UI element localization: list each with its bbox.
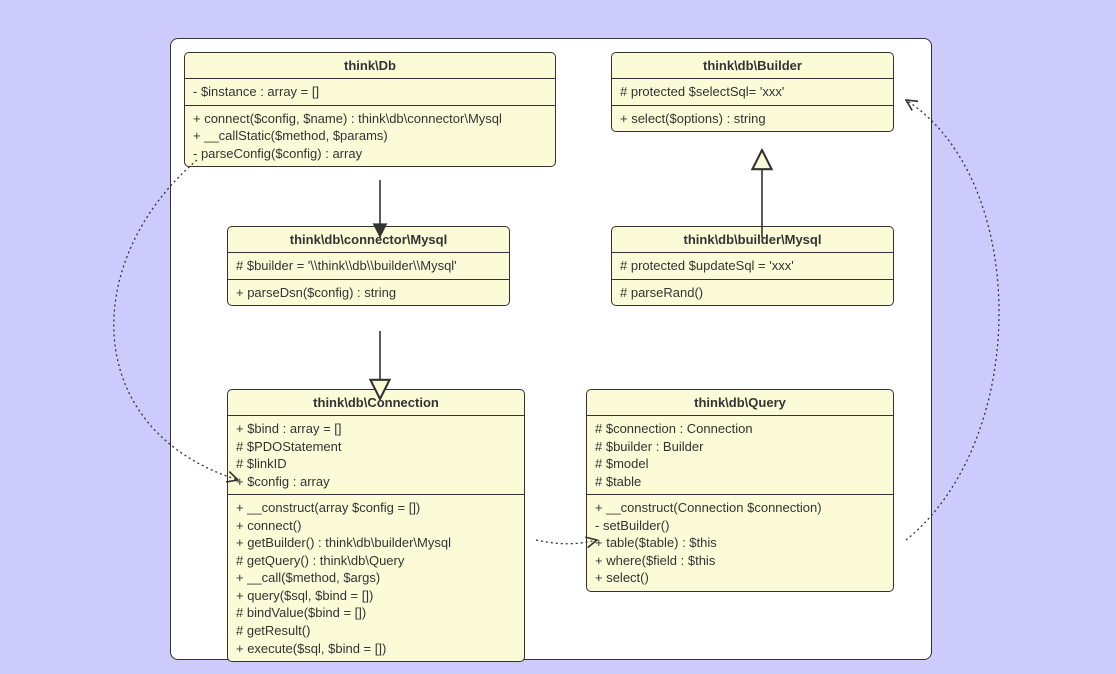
methods: + select($options) : string — [612, 106, 893, 132]
methods: + __construct(Connection $connection) - … — [587, 495, 893, 591]
class-builder-mysql: think\db\builder\Mysql # protected $upda… — [611, 226, 894, 306]
attrs: - $instance : array = [] — [185, 79, 555, 106]
uml-diagram: think\Db - $instance : array = [] + conn… — [0, 0, 1116, 674]
class-connector-mysql: think\db\connector\Mysql # $builder = '\… — [227, 226, 510, 306]
attrs: # protected $selectSql= 'xxx' — [612, 79, 893, 106]
class-connection: think\db\Connection + $bind : array = []… — [227, 389, 525, 662]
attrs: + $bind : array = [] # $PDOStatement # $… — [228, 416, 524, 495]
class-title: think\db\Query — [587, 390, 893, 416]
attrs: # protected $updateSql = 'xxx' — [612, 253, 893, 280]
class-title: think\db\Connection — [228, 390, 524, 416]
class-builder: think\db\Builder # protected $selectSql=… — [611, 52, 894, 132]
class-title: think\db\builder\Mysql — [612, 227, 893, 253]
attrs: # $connection : Connection # $builder : … — [587, 416, 893, 495]
methods: + connect($config, $name) : think\db\con… — [185, 106, 555, 167]
methods: + __construct(array $config = []) + conn… — [228, 495, 524, 661]
class-title: think\Db — [185, 53, 555, 79]
diagram-panel: think\Db - $instance : array = [] + conn… — [170, 38, 932, 660]
methods: + parseDsn($config) : string — [228, 280, 509, 306]
class-title: think\db\Builder — [612, 53, 893, 79]
class-query: think\db\Query # $connection : Connectio… — [586, 389, 894, 592]
class-db: think\Db - $instance : array = [] + conn… — [184, 52, 556, 167]
methods: # parseRand() — [612, 280, 893, 306]
attrs: # $builder = '\\think\\db\\builder\\Mysq… — [228, 253, 509, 280]
class-title: think\db\connector\Mysql — [228, 227, 509, 253]
